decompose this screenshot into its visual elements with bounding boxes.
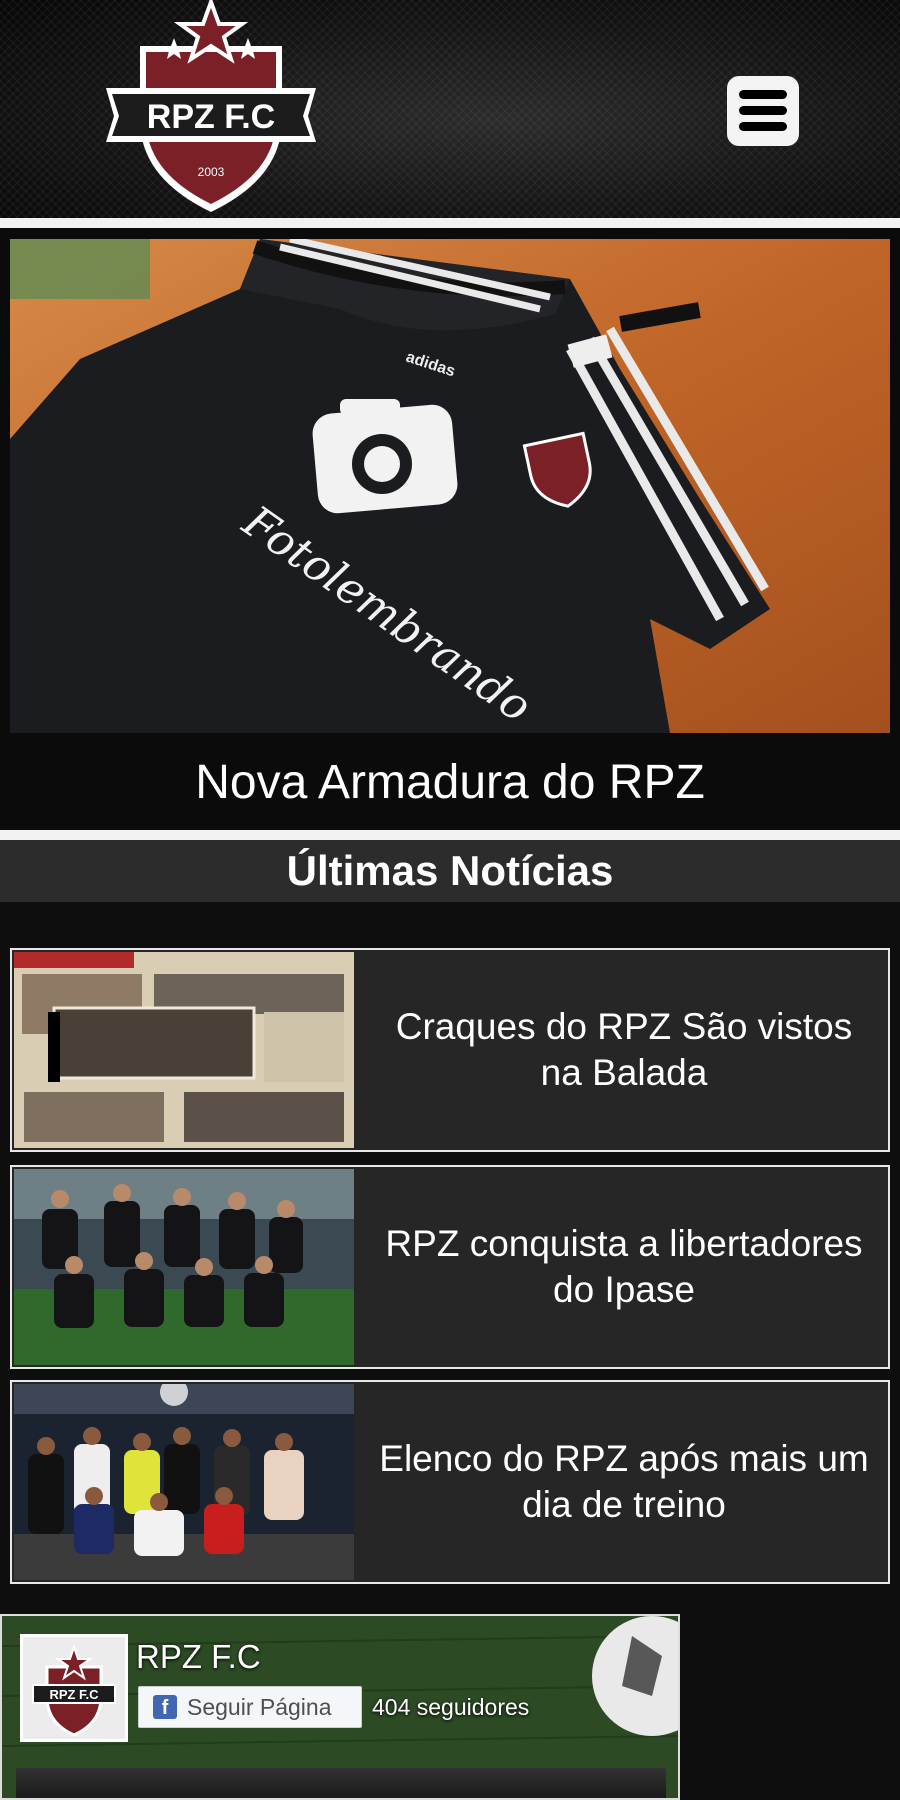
facebook-avatar[interactable]: RPZ F.C xyxy=(20,1634,128,1742)
news-title[interactable]: Elenco do RPZ após mais um dia de treino xyxy=(362,1382,886,1582)
hero-image: Fotolembrando adidas xyxy=(10,239,890,733)
news-title[interactable]: RPZ conquista a libertadores do Ipase xyxy=(362,1167,886,1367)
facebook-avatar-text: RPZ F.C xyxy=(49,1687,99,1702)
hero-banner[interactable]: Fotolembrando adidas Nova Armadura do RP… xyxy=(0,228,900,830)
header-divider xyxy=(0,218,900,228)
club-crest-logo[interactable]: RPZ F.C 2003 xyxy=(100,0,322,218)
hero-divider xyxy=(0,830,900,840)
facebook-follower-count: 404 seguidores xyxy=(372,1694,530,1720)
facebook-page-widget[interactable]: RPZ F.C RPZ F.C f Seguir Página 404 segu… xyxy=(0,1614,680,1800)
site-header: RPZ F.C 2003 xyxy=(0,0,900,218)
facebook-post-preview[interactable] xyxy=(16,1768,666,1798)
logo-text: RPZ F.C xyxy=(147,98,275,136)
facebook-follow-label: Seguir Página xyxy=(187,1693,332,1720)
menu-button[interactable] xyxy=(727,76,799,146)
news-thumbnail xyxy=(14,1169,354,1365)
facebook-page-name[interactable]: RPZ F.C xyxy=(136,1638,261,1676)
news-item[interactable]: Craques do RPZ São vistos na Balada xyxy=(10,948,890,1152)
logo-year: 2003 xyxy=(198,165,225,179)
facebook-follow-button[interactable]: f Seguir Página xyxy=(138,1686,362,1728)
facebook-icon: f xyxy=(153,1695,177,1719)
news-heading: Últimas Notícias xyxy=(0,840,900,902)
news-item[interactable]: Elenco do RPZ após mais um dia de treino xyxy=(10,1380,890,1584)
hero-caption[interactable]: Nova Armadura do RPZ xyxy=(0,755,900,810)
news-item[interactable]: RPZ conquista a libertadores do Ipase xyxy=(10,1165,890,1369)
hamburger-menu-icon xyxy=(739,90,787,131)
news-title[interactable]: Craques do RPZ São vistos na Balada xyxy=(362,950,886,1150)
news-thumbnail xyxy=(14,1384,354,1580)
news-thumbnail xyxy=(14,952,354,1148)
